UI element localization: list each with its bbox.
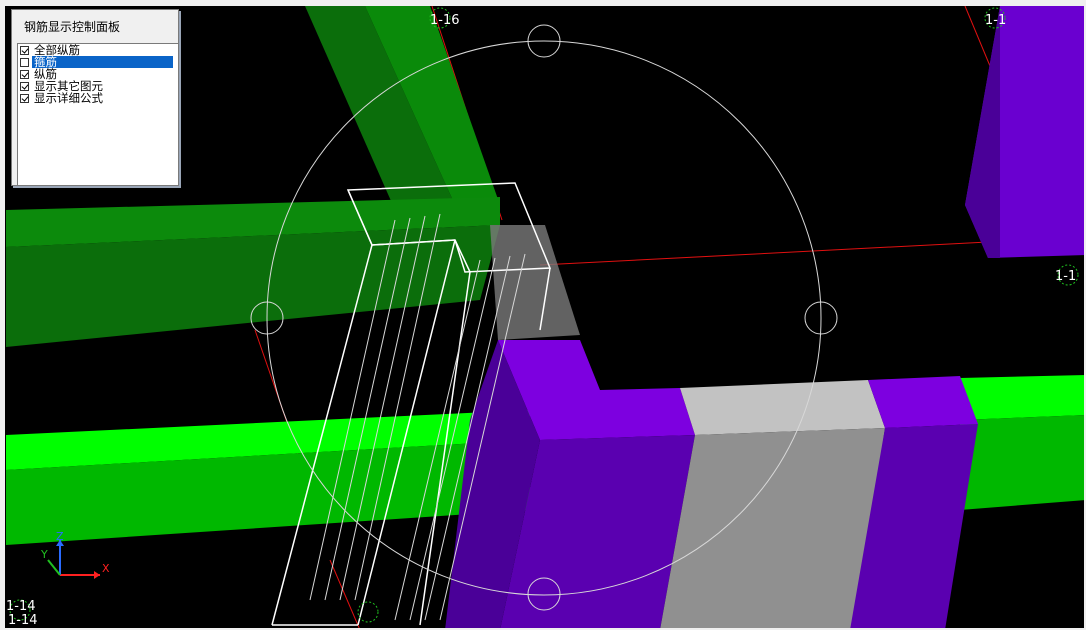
grid-label: 1-14: [8, 613, 38, 628]
x-axis-label: X: [102, 562, 110, 575]
panel-title: 钢筋显示控制面板: [24, 20, 121, 34]
gray-column[interactable]: [660, 380, 885, 630]
option-label: 显示详细公式: [34, 91, 103, 105]
grid-line: [329, 559, 361, 630]
axis-triad: X Z Y: [40, 530, 110, 590]
option-show-detailed-formula[interactable]: 显示详细公式: [18, 92, 178, 104]
y-axis-icon: [47, 559, 61, 576]
checkbox[interactable]: [20, 81, 29, 91]
y-axis-label: Y: [40, 548, 48, 561]
option-list[interactable]: 全部纵筋 箍筋 纵筋 显示其它图元 显示详细公式: [17, 43, 179, 186]
grid-label: 1-1: [985, 13, 1006, 28]
window-frame-top: [0, 0, 1086, 6]
checkbox[interactable]: [20, 45, 29, 55]
checkbox[interactable]: [20, 57, 29, 67]
grid-label: 1-14: [6, 599, 36, 614]
rebar-display-control-panel[interactable]: 钢筋显示控制面板 全部纵筋 箍筋 纵筋 显示其它图元 显示详细公式: [11, 9, 179, 186]
grid-label: 1-1: [1055, 269, 1076, 284]
upper-right-column[interactable]: [965, 6, 1086, 258]
window-frame-left: [0, 0, 5, 630]
grid-label: 1-16: [430, 13, 460, 28]
upper-left-beam[interactable]: [6, 197, 500, 347]
checkbox[interactable]: [20, 69, 29, 79]
diagonal-beam[interactable]: [305, 6, 500, 210]
checkbox[interactable]: [20, 93, 29, 103]
lower-column[interactable]: [445, 340, 695, 630]
z-axis-label: Z: [56, 530, 64, 543]
